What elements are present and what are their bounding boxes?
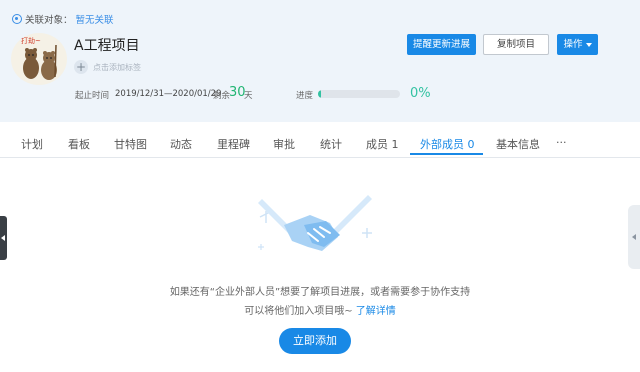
tab-statistics[interactable]: 统计 <box>320 136 342 152</box>
remind-update-button[interactable]: 提醒更新进展 <box>407 34 476 55</box>
add-tag-label: 点击添加标签 <box>93 62 141 72</box>
tab-approval[interactable]: 审批 <box>273 136 295 152</box>
association-row: 关联对象： 暂无关联 <box>12 12 114 26</box>
empty-state-text: 可以将他们加入项目哦~ <box>244 306 353 317</box>
empty-state-line1: 如果还有“企业外部人员”想要了解项目进展，或者需要参于协作支持 <box>169 287 471 298</box>
tab-external-members[interactable]: 外部成员 0 <box>420 136 475 152</box>
add-tag-button[interactable]: + 点击添加标签 <box>74 60 141 74</box>
progress-label: 进度 <box>296 91 314 101</box>
tab-more[interactable]: ··· <box>556 136 567 149</box>
collapse-left-icon[interactable] <box>0 216 7 260</box>
time-label: 起止时间 <box>75 91 110 101</box>
handshake-illustration <box>258 195 372 251</box>
progress-bar <box>318 90 400 98</box>
learn-more-link[interactable]: 了解详情 <box>356 306 396 317</box>
collapse-right-icon[interactable] <box>628 205 640 269</box>
progress-fill <box>318 90 322 98</box>
project-header: 关联对象： 暂无关联 打劫~ A工程项目 + 点击添加标签 提醒更新进展 复制项… <box>0 0 640 122</box>
add-now-button[interactable]: 立即添加 <box>279 328 351 354</box>
operate-label: 操作 <box>563 39 583 50</box>
copy-project-button[interactable]: 复制项目 <box>483 34 549 55</box>
avatar-text: 打劫~ <box>21 37 41 45</box>
tab-kanban[interactable]: 看板 <box>68 136 90 152</box>
remaining-unit: 天 <box>244 91 253 101</box>
time-range: 2019/12/31—2020/01/29 <box>115 89 222 99</box>
tab-basic-info[interactable]: 基本信息 <box>496 136 540 152</box>
tab-activity[interactable]: 动态 <box>170 136 192 152</box>
active-tab-indicator <box>410 153 483 155</box>
association-value[interactable]: 暂无关联 <box>76 12 114 26</box>
link-icon <box>12 14 22 24</box>
empty-state-line2: 可以将他们加入项目哦~ 了解详情 <box>0 302 640 317</box>
association-label: 关联对象： <box>25 15 73 26</box>
chevron-down-icon <box>585 42 592 47</box>
progress-percent: 0% <box>410 86 431 101</box>
operate-dropdown[interactable]: 操作 <box>557 34 598 55</box>
tab-plan[interactable]: 计划 <box>21 136 43 152</box>
tab-bar: 计划 看板 甘特图 动态 里程碑 审批 统计 成员 1 外部成员 0 基本信息 … <box>0 122 640 158</box>
project-title: A工程项目 <box>74 38 140 54</box>
tab-gantt[interactable]: 甘特图 <box>114 136 147 152</box>
project-avatar[interactable]: 打劫~ <box>11 33 67 85</box>
remaining-label: 剩余 <box>213 91 231 101</box>
plus-icon: + <box>74 60 88 74</box>
tab-members[interactable]: 成员 1 <box>366 136 399 152</box>
tab-milestone[interactable]: 里程碑 <box>217 136 250 152</box>
